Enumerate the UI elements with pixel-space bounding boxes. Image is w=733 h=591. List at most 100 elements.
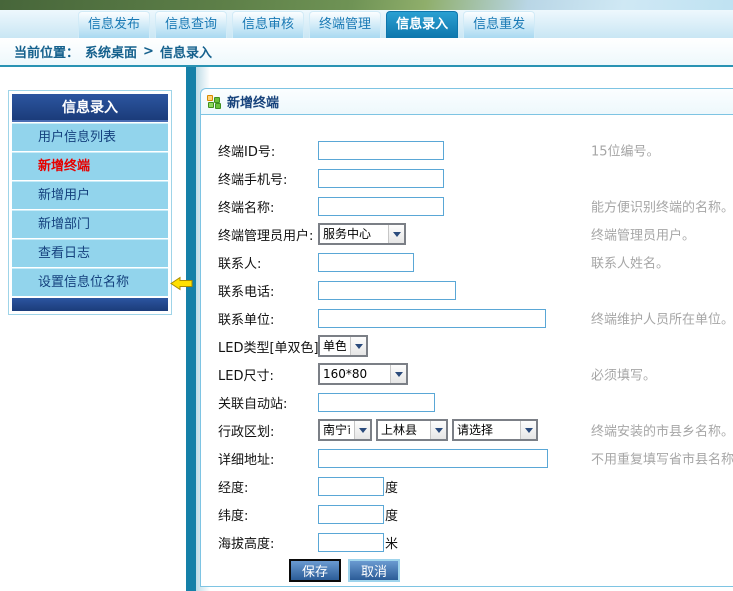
form-row-contact-phone: 联系电话: [218,276,733,304]
terminal-name-input[interactable] [318,197,444,216]
top-photo-banner [0,0,733,10]
sidebar-item-新增用户[interactable]: 新增用户 [12,181,168,209]
form-row-terminal-phone: 终端手机号: [218,164,733,192]
altitude-label: 海拔高度: [218,533,318,552]
led-type-dropdown[interactable]: 单色 [318,335,368,357]
address-field [318,449,548,468]
main-tab-bar: 信息发布信息查询信息审核终端管理信息录入信息重发 [0,10,733,38]
terminal-name-hint: 能方便识别终端的名称。 [591,197,733,216]
led-size-hint: 必须填写。 [591,365,656,384]
led-size-select: 160*80 [318,363,408,385]
auto-station-field [318,393,435,412]
admin-region-0-dropdown[interactable]: 南宁市 [318,419,372,441]
terminal-phone-input[interactable] [318,169,444,188]
led-type-field: 单色 [318,335,372,357]
form-row-address: 详细地址: 不用重复填写省市县名称。 [218,444,733,472]
terminal-admin-dropdown[interactable]: 服务中心 [318,223,406,245]
sidebar-title: 信息录入 [12,94,168,122]
tab-信息审核[interactable]: 信息审核 [232,11,304,38]
vertical-divider [186,67,196,591]
form-row-led-size: LED尺寸:160*80 必须填写。 [218,360,733,388]
altitude-field: 米 [318,533,398,552]
terminal-id-hint: 15位编号。 [591,141,660,160]
terminal-id-input[interactable] [318,141,444,160]
panel-header: 新增终端 [201,89,733,115]
terminal-name-label: 终端名称: [218,197,318,216]
contact-unit-field [318,309,546,328]
new-terminal-form: 终端ID号: 15位编号。终端手机号: 终端名称: 能方便识别终端的名称。终端管理员用… [201,115,733,582]
admin-region-1-select: 上林县 [376,419,448,441]
panel-title: 新增终端 [227,92,279,111]
terminal-admin-field: 服务中心 [318,223,410,245]
contact-unit-input[interactable] [318,309,546,328]
admin-region-2-select: 请选择 [452,419,538,441]
contact-person-hint: 联系人姓名。 [591,253,669,272]
led-size-label: LED尺寸: [218,365,318,384]
altitude-unit: 米 [385,533,398,552]
altitude-input[interactable] [318,533,384,552]
form-row-auto-station: 关联自动站: [218,388,733,416]
contact-unit-label: 联系单位: [218,309,318,328]
form-row-altitude: 海拔高度: 米 [218,528,733,556]
admin-region-1-dropdown[interactable]: 上林县 [376,419,448,441]
form-row-contact-unit: 联系单位: 终端维护人员所在单位。 [218,304,733,332]
tab-信息查询[interactable]: 信息查询 [155,11,227,38]
sidebar-item-查看日志[interactable]: 查看日志 [12,239,168,267]
form-row-longitude: 经度: 度 [218,472,733,500]
contact-unit-hint: 终端维护人员所在单位。 [591,309,733,328]
sidebar-item-设置信息位名称[interactable]: 设置信息位名称 [12,268,168,296]
admin-region-2-dropdown[interactable]: 请选择 [452,419,538,441]
form-row-admin-region: 行政区划:南宁市上林县请选择 终端安装的市县乡名称。 [218,416,733,444]
form-row-terminal-admin: 终端管理员用户:服务中心终端管理员用户。 [218,220,733,248]
sidebar-item-新增部门[interactable]: 新增部门 [12,210,168,238]
latitude-label: 纬度: [218,505,318,524]
save-button[interactable]: 保存 [289,559,341,582]
sidebar-item-用户信息列表[interactable]: 用户信息列表 [12,123,168,151]
auto-station-input[interactable] [318,393,435,412]
breadcrumb-current: 信息录入 [160,42,212,61]
tab-信息发布[interactable]: 信息发布 [78,11,150,38]
terminal-admin-label: 终端管理员用户: [218,225,318,244]
longitude-field: 度 [318,477,398,496]
form-row-contact-person: 联系人:联系人姓名。 [218,248,733,276]
sidebar-item-新增终端[interactable]: 新增终端 [12,152,168,180]
contact-person-input[interactable] [318,253,414,272]
tab-终端管理[interactable]: 终端管理 [309,11,381,38]
form-row-terminal-name: 终端名称: 能方便识别终端的名称。 [218,192,733,220]
grid-icon [207,95,221,109]
contact-phone-input[interactable] [318,281,456,300]
admin-region-0-select: 南宁市 [318,419,372,441]
breadcrumb-separator: > [143,44,154,59]
form-row-latitude: 纬度: 度 [218,500,733,528]
cancel-button[interactable]: 取消 [348,559,400,582]
latitude-input[interactable] [318,505,384,524]
breadcrumb: 当前位置： 系统桌面 > 信息录入 [0,38,733,67]
new-terminal-panel: 新增终端 终端ID号:15位编号。终端手机号:终端名称:能方便识别终端的名称。终… [200,88,733,587]
admin-region-field: 南宁市上林县请选择 [318,419,542,441]
form-row-led-type: LED类型[单双色]:单色 [218,332,733,360]
address-label: 详细地址: [218,449,318,468]
terminal-admin-select: 服务中心 [318,223,406,245]
terminal-id-label: 终端ID号: [218,141,318,160]
led-size-dropdown[interactable]: 160*80 [318,363,408,385]
yellow-arrow-icon [170,276,193,295]
breadcrumb-home-link[interactable]: 系统桌面 [85,42,137,61]
admin-region-hint: 终端安装的市县乡名称。 [591,421,733,440]
terminal-phone-field [318,169,444,188]
latitude-unit: 度 [385,505,398,524]
latitude-field: 度 [318,505,398,524]
terminal-id-field [318,141,444,160]
breadcrumb-prefix: 当前位置： [14,42,79,61]
sidebar-menu: 信息录入 用户信息列表新增终端新增用户新增部门查看日志设置信息位名称 [8,90,172,315]
address-input[interactable] [318,449,548,468]
contact-phone-field [318,281,456,300]
longitude-unit: 度 [385,477,398,496]
admin-region-label: 行政区划: [218,421,318,440]
tab-信息录入[interactable]: 信息录入 [386,11,458,38]
longitude-label: 经度: [218,477,318,496]
address-hint: 不用重复填写省市县名称。 [591,449,733,468]
tab-信息重发[interactable]: 信息重发 [463,11,535,38]
form-row-terminal-id: 终端ID号: 15位编号。 [218,136,733,164]
auto-station-label: 关联自动站: [218,393,318,412]
longitude-input[interactable] [318,477,384,496]
